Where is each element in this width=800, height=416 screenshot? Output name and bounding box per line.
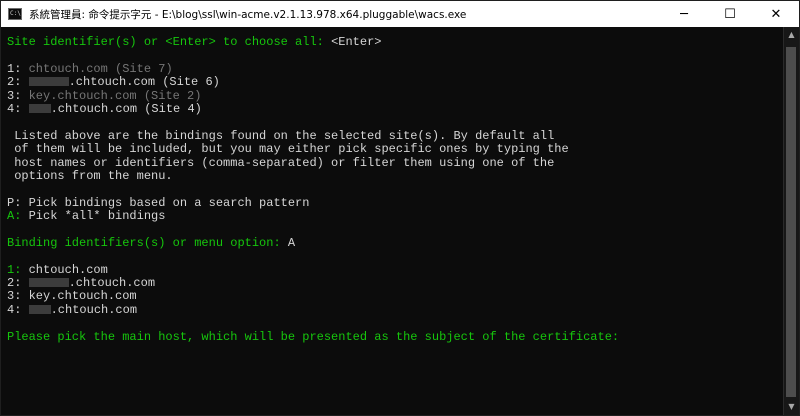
main-host-prompt: Please pick the main host, which will be… (7, 329, 620, 344)
binding-host: .chtouch.com (50, 302, 138, 317)
site-id: (Site 7) (115, 61, 173, 76)
binding-line-3: 3: key.chtouch.com (7, 289, 137, 304)
site-line-1: 1: chtouch.com (Site 7) (7, 61, 173, 76)
menu-option-p: P: Pick bindings based on a search patte… (7, 195, 310, 210)
scroll-up-icon[interactable]: ▲ (784, 27, 799, 43)
binding-prompt-line: Binding identifiers(s) or menu option: A (7, 235, 784, 250)
redacted-block (28, 304, 51, 314)
site-line-4: 4: .chtouch.com (Site 4) (7, 101, 202, 116)
binding-host: .chtouch.com (68, 276, 156, 291)
binding-prompt-label: Binding identifiers(s) or menu option: (7, 235, 288, 250)
site-line-2: 2: .chtouch.com (Site 6) (7, 75, 220, 90)
site-host: chtouch.com (28, 61, 108, 76)
binding-line-2: 2: .chtouch.com (7, 276, 156, 291)
site-id: (Site 4) (144, 101, 202, 116)
vertical-scrollbar[interactable]: ▲ ▼ (783, 27, 799, 415)
window-title: 系統管理員: 命令提示字元 - E:\blog\ssl\win-acme.v2.… (29, 8, 467, 21)
cmd-app-icon: C:\ (8, 8, 22, 20)
site-id: (Site 2) (143, 88, 202, 103)
console-output[interactable]: Site identifier(s) or <Enter> to choose … (1, 27, 784, 415)
redacted-block (28, 103, 51, 113)
site-prompt-line: Site identifier(s) or <Enter> to choose … (7, 35, 784, 49)
scrollbar-thumb[interactable] (786, 47, 796, 397)
site-host: key.chtouch.com (28, 88, 137, 103)
minimize-button[interactable]: ─ (661, 1, 707, 27)
site-line-3: 3: key.chtouch.com (Site 2) (7, 88, 202, 103)
binding-prompt-input: A (287, 235, 296, 250)
redacted-block (28, 77, 69, 87)
info-line-3: host names or identifiers (comma-separat… (7, 155, 555, 170)
binding-host: chtouch.com (28, 262, 108, 277)
binding-line-4: 4: .chtouch.com (7, 302, 138, 317)
close-button[interactable]: ✕ (753, 1, 799, 27)
menu-option-a: A: Pick *all* bindings (7, 209, 166, 224)
info-line-4: options from the menu. (7, 168, 173, 183)
scroll-down-icon[interactable]: ▼ (784, 399, 799, 415)
site-prompt-input: <Enter> (331, 35, 382, 49)
site-id: (Site 6) (162, 75, 220, 90)
site-prompt-label: Site identifier(s) or <Enter> to choose … (7, 35, 332, 49)
binding-line-1: 1: chtouch.com (7, 262, 108, 277)
site-host: .chtouch.com (68, 75, 156, 90)
title-bar[interactable]: C:\ 系統管理員: 命令提示字元 - E:\blog\ssl\win-acme… (1, 1, 799, 27)
info-line-1: Listed above are the bindings found on t… (7, 128, 555, 143)
binding-host: key.chtouch.com (28, 289, 137, 304)
console-window: C:\ 系統管理員: 命令提示字元 - E:\blog\ssl\win-acme… (0, 0, 800, 416)
maximize-button[interactable]: ☐ (707, 1, 753, 27)
site-host: .chtouch.com (50, 101, 138, 116)
info-line-2: of them will be included, but you may ei… (7, 142, 569, 157)
redacted-block (28, 278, 69, 288)
